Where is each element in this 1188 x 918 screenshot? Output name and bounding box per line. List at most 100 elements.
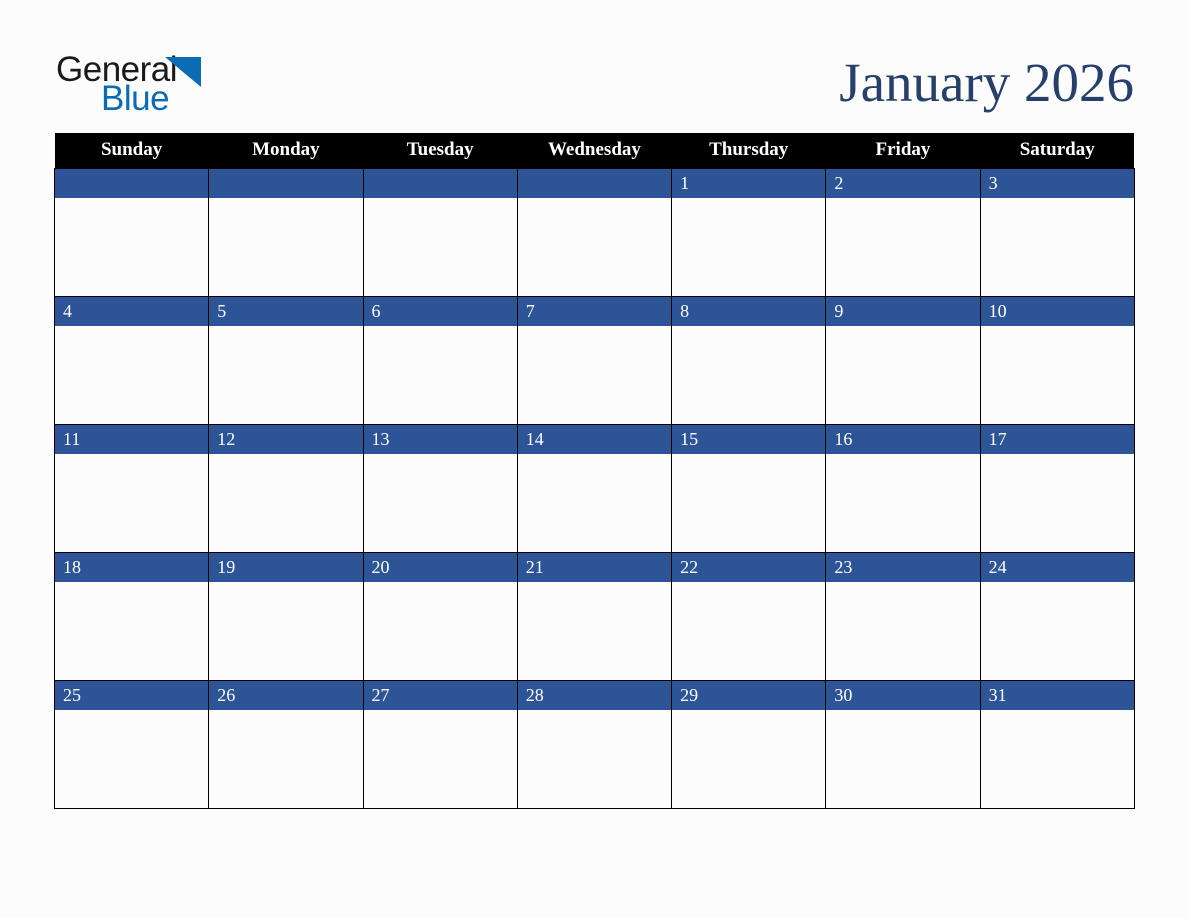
date-cell-header[interactable]: 30 <box>825 679 981 710</box>
date-cell-header[interactable]: 9 <box>825 295 981 326</box>
date-number: 5 <box>217 301 227 322</box>
day-cell-body[interactable] <box>671 198 827 296</box>
day-cell-body[interactable] <box>979 198 1135 296</box>
date-cell-header[interactable] <box>208 167 364 198</box>
logo-text-blue: Blue <box>101 79 170 118</box>
date-cell-header[interactable]: 10 <box>979 295 1135 326</box>
date-number: 20 <box>371 557 390 578</box>
date-cell-header[interactable]: 24 <box>979 551 1135 582</box>
date-number: 6 <box>371 301 381 322</box>
day-cell-body[interactable] <box>979 582 1135 680</box>
day-cell-body[interactable] <box>362 198 518 296</box>
date-cell-header[interactable]: 5 <box>208 295 364 326</box>
date-cell-header[interactable]: 22 <box>671 551 827 582</box>
day-header-thursday: Thursday <box>671 133 826 168</box>
date-cell-header[interactable]: 4 <box>53 295 210 326</box>
date-number: 2 <box>834 173 844 194</box>
day-cell-body[interactable] <box>53 710 210 809</box>
date-cell-header[interactable]: 3 <box>979 167 1135 198</box>
date-number: 17 <box>988 429 1007 450</box>
day-cell-body[interactable] <box>671 582 827 680</box>
date-cell-header[interactable]: 29 <box>671 679 827 710</box>
date-cell-header[interactable]: 17 <box>979 423 1135 454</box>
date-cell-header[interactable]: 27 <box>362 679 518 710</box>
day-cell-body[interactable] <box>825 454 981 552</box>
date-cell-header[interactable]: 16 <box>825 423 981 454</box>
date-cell-header[interactable]: 23 <box>825 551 981 582</box>
date-cell-header[interactable] <box>516 167 673 198</box>
day-header-wednesday: Wednesday <box>517 133 672 168</box>
date-number: 25 <box>63 685 81 706</box>
date-cell-header[interactable]: 28 <box>516 679 673 710</box>
day-cell-body[interactable] <box>53 198 210 296</box>
day-cell-body[interactable] <box>516 198 673 296</box>
day-cell-body[interactable] <box>825 198 981 296</box>
day-cell-body[interactable] <box>53 582 210 680</box>
date-number: 3 <box>988 173 998 194</box>
day-cell-body[interactable] <box>362 710 518 809</box>
date-cell-header[interactable]: 7 <box>516 295 673 326</box>
date-cell-header[interactable]: 21 <box>516 551 673 582</box>
date-cell-header[interactable]: 25 <box>53 679 210 710</box>
date-number: 11 <box>63 429 81 450</box>
week-3-event-row <box>53 454 1135 552</box>
date-number: 13 <box>371 429 390 450</box>
month-calendar-grid: Sunday Monday Tuesday Wednesday Thursday… <box>53 133 1135 809</box>
date-cell-header[interactable] <box>53 167 210 198</box>
day-cell-body[interactable] <box>516 326 673 424</box>
day-cell-body[interactable] <box>362 582 518 680</box>
day-cell-body[interactable] <box>671 454 827 552</box>
day-cell-body[interactable] <box>516 710 673 809</box>
general-blue-logo[interactable]: General Blue <box>54 52 294 118</box>
day-cell-body[interactable] <box>979 710 1135 809</box>
date-number: 22 <box>680 557 699 578</box>
date-number: 26 <box>217 685 236 706</box>
date-number: 14 <box>525 429 544 450</box>
date-cell-header[interactable] <box>362 167 518 198</box>
day-cell-body[interactable] <box>208 326 364 424</box>
date-cell-header[interactable]: 8 <box>671 295 827 326</box>
day-cell-body[interactable] <box>671 710 827 809</box>
date-cell-header[interactable]: 11 <box>53 423 210 454</box>
date-cell-header[interactable]: 13 <box>362 423 518 454</box>
date-number: 29 <box>680 685 699 706</box>
week-4-date-row: 18 19 20 21 22 23 24 <box>53 551 1135 582</box>
date-cell-header[interactable]: 20 <box>362 551 518 582</box>
day-cell-body[interactable] <box>208 454 364 552</box>
date-cell-header[interactable]: 15 <box>671 423 827 454</box>
day-cell-body[interactable] <box>362 326 518 424</box>
day-header-sunday: Sunday <box>54 133 209 168</box>
day-cell-body[interactable] <box>362 454 518 552</box>
date-cell-header[interactable]: 2 <box>825 167 981 198</box>
day-cell-body[interactable] <box>825 582 981 680</box>
day-cell-body[interactable] <box>516 582 673 680</box>
week-5-date-row: 25 26 27 28 29 30 31 <box>53 679 1135 710</box>
day-cell-body[interactable] <box>53 454 210 552</box>
date-cell-header[interactable]: 18 <box>53 551 210 582</box>
date-cell-header[interactable]: 1 <box>671 167 827 198</box>
date-number: 31 <box>988 685 1007 706</box>
day-cell-body[interactable] <box>671 326 827 424</box>
date-number: 19 <box>217 557 236 578</box>
day-cell-body[interactable] <box>516 454 673 552</box>
day-cell-body[interactable] <box>53 326 210 424</box>
date-number: 4 <box>63 301 72 322</box>
date-cell-header[interactable]: 26 <box>208 679 364 710</box>
date-cell-header[interactable]: 19 <box>208 551 364 582</box>
day-cell-body[interactable] <box>979 454 1135 552</box>
week-2-event-row <box>53 326 1135 424</box>
calendar-page: General Blue January 2026 Sunday Monday … <box>0 0 1188 918</box>
date-cell-header[interactable]: 31 <box>979 679 1135 710</box>
day-cell-body[interactable] <box>208 582 364 680</box>
date-number: 7 <box>525 301 535 322</box>
date-cell-header[interactable]: 6 <box>362 295 518 326</box>
day-header-saturday: Saturday <box>980 133 1135 168</box>
day-cell-body[interactable] <box>825 326 981 424</box>
date-cell-header[interactable]: 12 <box>208 423 364 454</box>
day-cell-body[interactable] <box>979 326 1135 424</box>
day-cell-body[interactable] <box>208 710 364 809</box>
day-cell-body[interactable] <box>208 198 364 296</box>
date-cell-header[interactable]: 14 <box>516 423 673 454</box>
day-cell-body[interactable] <box>825 710 981 809</box>
date-number: 28 <box>525 685 544 706</box>
